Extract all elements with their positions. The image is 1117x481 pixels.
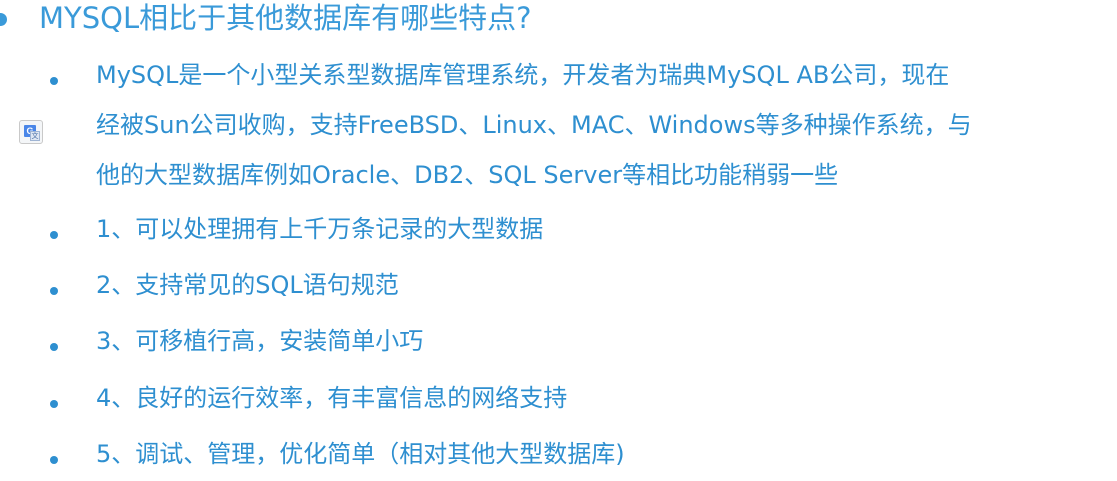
intro-line-2: 经被Sun公司收购，支持FreeBSD、Linux、MAC、Windows等多种… bbox=[96, 111, 972, 139]
list-item-text: 4、良好的运行效率，有丰富信息的网络支持 bbox=[96, 384, 568, 412]
page-title-row: MYSQL相比于其他数据库有哪些特点? bbox=[0, 0, 1117, 40]
list-item-5: 5、调试、管理，优化简单（相对其他大型数据库) bbox=[0, 437, 1117, 477]
list-item-intro: MySQL是一个小型关系型数据库管理系统，开发者为瑞典MySQL AB公司，现在… bbox=[0, 58, 1117, 198]
list-item-1: 1、可以处理拥有上千万条记录的大型数据 bbox=[0, 212, 1117, 252]
list-item-text: 1、可以处理拥有上千万条记录的大型数据 bbox=[96, 215, 544, 243]
list-bullet bbox=[50, 77, 58, 85]
list-item-text: 5、调试、管理，优化简单（相对其他大型数据库) bbox=[96, 440, 625, 468]
list-item-2: 2、支持常见的SQL语句规范 bbox=[0, 268, 1117, 308]
list-item-4: 4、良好的运行效率，有丰富信息的网络支持 bbox=[0, 381, 1117, 421]
list-item-text: 2、支持常见的SQL语句规范 bbox=[96, 271, 399, 299]
list-bullet bbox=[50, 231, 58, 239]
list-bullet bbox=[50, 400, 58, 408]
list-item-3: 3、可移植行高，安装简单小巧 bbox=[0, 324, 1117, 364]
title-bullet bbox=[0, 13, 7, 26]
intro-line-3: 他的大型数据库例如Oracle、DB2、SQL Server等相比功能稍弱一些 bbox=[96, 161, 839, 189]
list-bullet bbox=[50, 456, 58, 464]
list-bullet bbox=[50, 343, 58, 351]
list-bullet bbox=[50, 287, 58, 295]
intro-line-1: MySQL是一个小型关系型数据库管理系统，开发者为瑞典MySQL AB公司，现在 bbox=[96, 61, 950, 89]
page-title: MYSQL相比于其他数据库有哪些特点? bbox=[39, 1, 532, 35]
list-item-text: 3、可移植行高，安装简单小巧 bbox=[96, 327, 424, 355]
